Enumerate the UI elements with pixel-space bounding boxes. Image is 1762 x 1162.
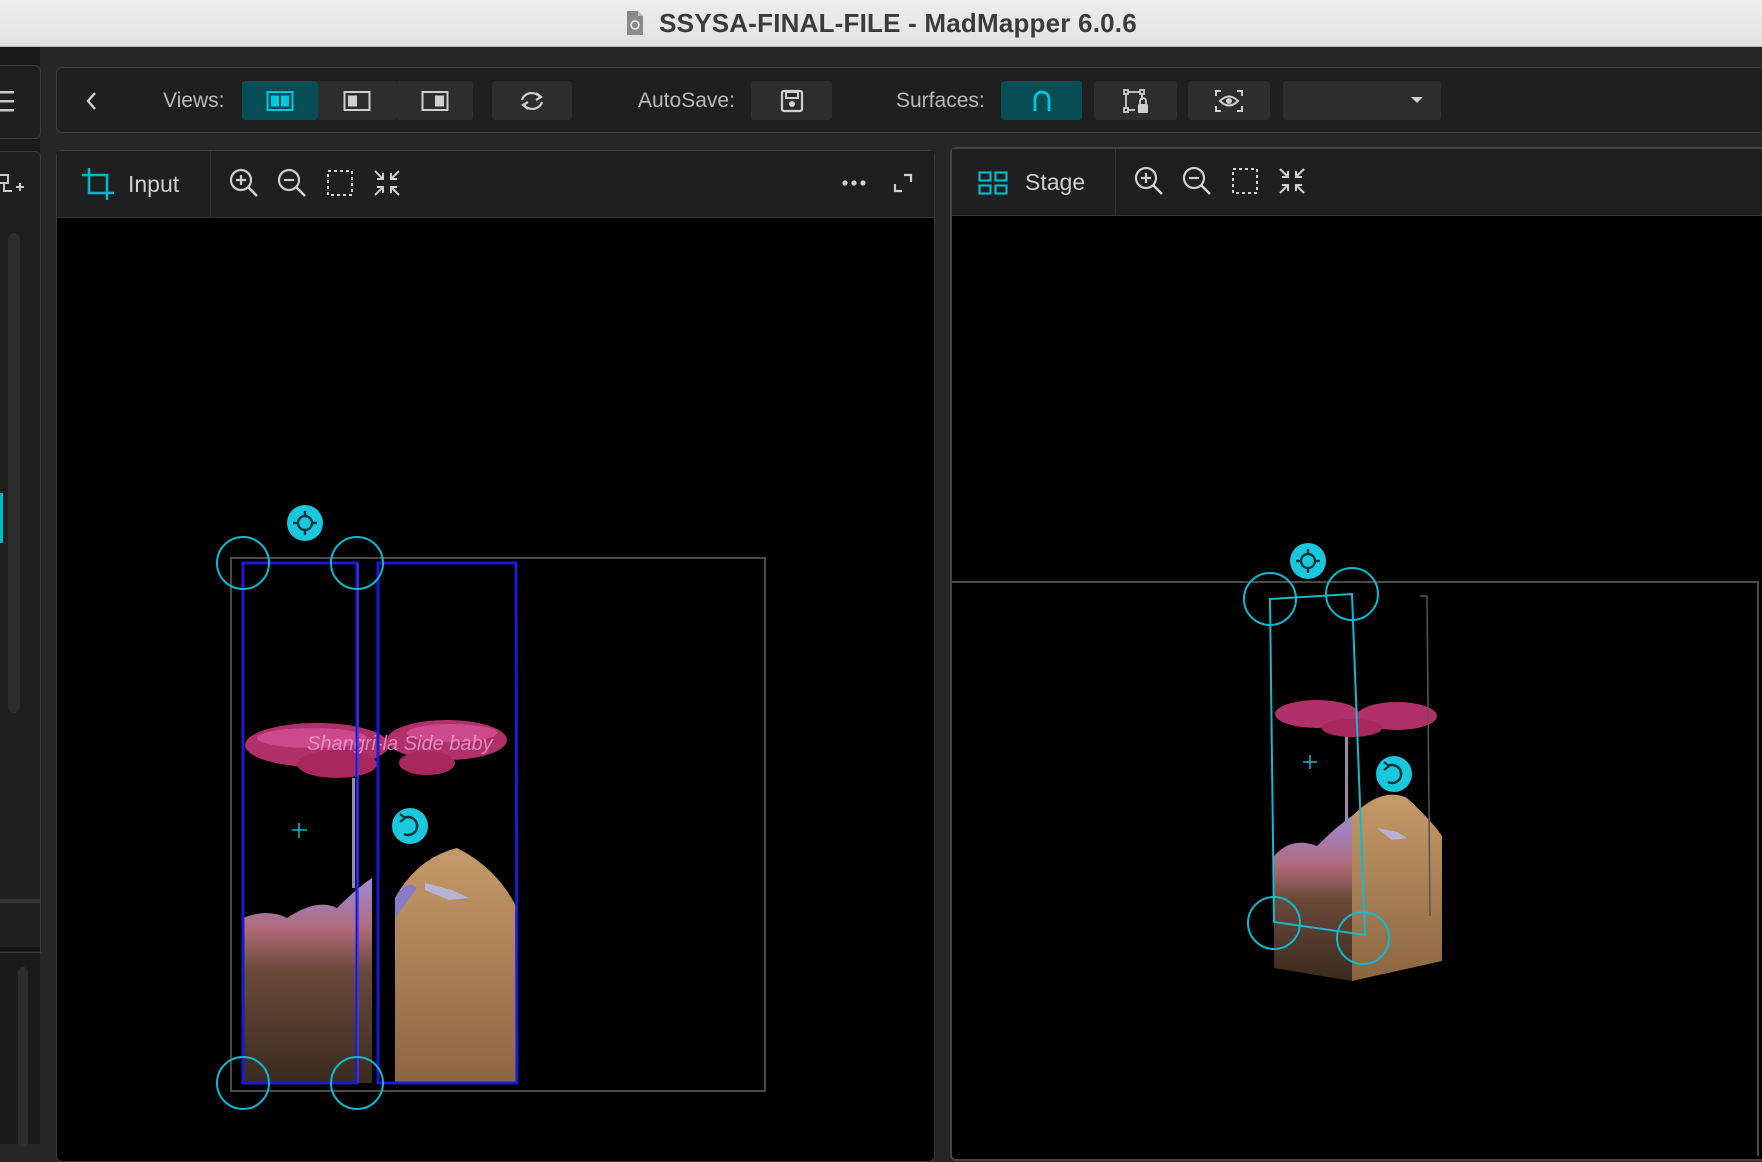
view-dual-button[interactable] [242, 81, 318, 120]
lock-transform-icon [1122, 88, 1148, 113]
fit-view-icon[interactable] [373, 169, 401, 197]
surfaces-visibility-button[interactable] [1188, 81, 1270, 120]
surfaces-lock-button[interactable] [1094, 81, 1177, 120]
stage-canvas[interactable] [952, 216, 1762, 1156]
dual-view-icon [266, 90, 294, 111]
stage-panel-title: Stage [1025, 169, 1086, 195]
zoom-out-icon[interactable] [1181, 165, 1213, 197]
rotate-handle-icon[interactable] [392, 808, 428, 844]
artwork-left [243, 723, 389, 1083]
move-handle-icon[interactable] [287, 505, 323, 541]
stage-layout-icon [978, 171, 1008, 195]
view-input-button[interactable] [318, 81, 396, 120]
save-icon [780, 89, 803, 112]
swap-icon [520, 91, 544, 110]
sidebar-scrollbar-lower[interactable] [18, 967, 28, 1147]
stage-panel: Stage [950, 147, 1762, 1161]
document-icon [627, 11, 644, 35]
main-toolbar: Views: AutoSave: Surfaces: [56, 67, 1762, 133]
window-title: SSYSA-FINAL-FILE - MadMapper 6.0.6 [659, 7, 1137, 38]
stage-panel-header: Stage [952, 149, 1762, 216]
zoom-in-icon[interactable] [228, 167, 260, 199]
surfaces-label: Surfaces: [896, 89, 985, 112]
caret-down-icon [1411, 97, 1423, 103]
stage-rotate-handle-icon[interactable] [1376, 756, 1412, 792]
sign-text: Shangri-la Side baby [307, 733, 494, 755]
marquee-select-icon[interactable] [1231, 167, 1259, 195]
more-options-icon[interactable] [841, 179, 867, 187]
fit-view-icon[interactable] [1278, 167, 1306, 195]
autosave-label: AutoSave: [638, 89, 735, 112]
magnet-icon [1033, 90, 1050, 111]
swap-views-button[interactable] [492, 81, 572, 120]
autosave-button[interactable] [751, 81, 832, 120]
artwork-right [387, 720, 517, 1083]
surfaces-magnet-button[interactable] [1001, 81, 1082, 120]
left-sidebar [0, 47, 41, 1147]
sidebar-scrollbar[interactable] [8, 233, 20, 713]
add-surface-icon[interactable] [0, 169, 24, 199]
views-label: Views: [163, 89, 225, 112]
stage-view-icon [421, 90, 448, 111]
stage-move-handle-icon[interactable] [1290, 543, 1326, 579]
input-panel-header: Input [57, 151, 934, 218]
zoom-in-icon[interactable] [1133, 165, 1165, 197]
zoom-out-icon[interactable] [276, 167, 308, 199]
back-chevron-icon[interactable] [85, 90, 99, 112]
view-stage-button[interactable] [396, 81, 473, 120]
window-title-bar: SSYSA-FINAL-FILE - MadMapper 6.0.6 [0, 0, 1762, 47]
crop-icon [82, 168, 114, 200]
surface-select-dropdown[interactable] [1283, 81, 1441, 120]
list-icon[interactable] [0, 87, 16, 117]
input-panel: Input Shangri-la Side baby [56, 150, 935, 1162]
input-view-icon [343, 90, 371, 111]
expand-panel-icon[interactable] [893, 173, 913, 193]
input-panel-title: Input [128, 171, 180, 197]
eye-icon [1215, 89, 1243, 112]
input-canvas[interactable]: Shangri-la Side baby [57, 218, 934, 1158]
marquee-select-icon[interactable] [326, 169, 354, 197]
